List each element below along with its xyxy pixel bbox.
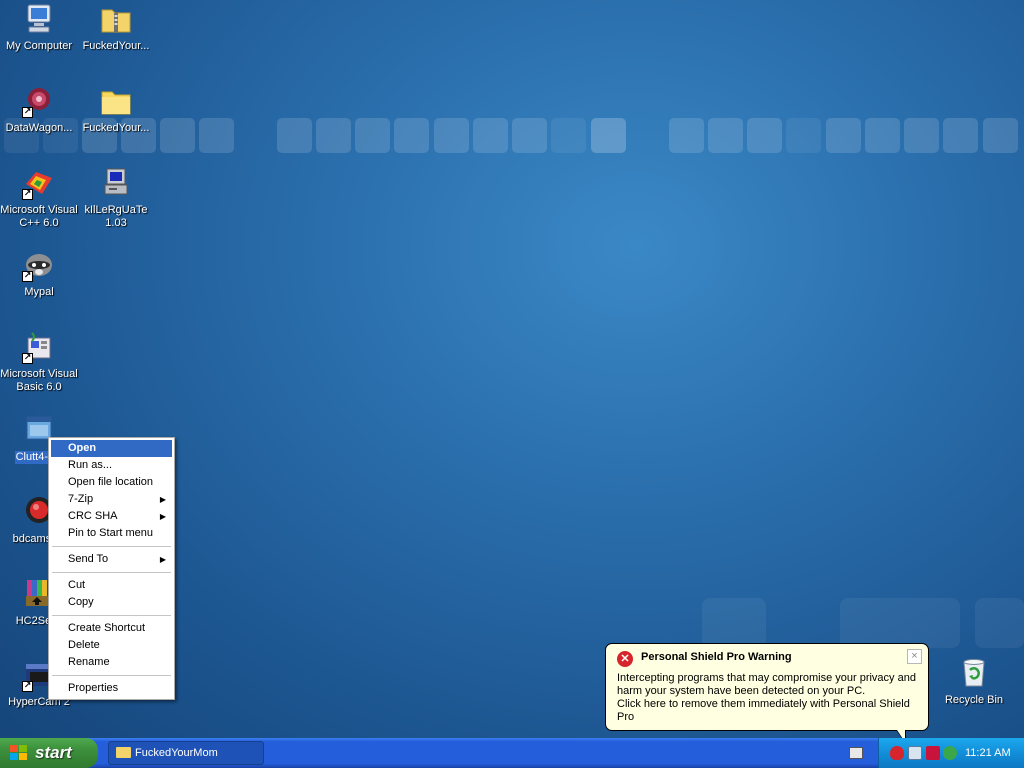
menu-item-open-file-location[interactable]: Open file location — [51, 474, 172, 491]
menu-item-label: CRC SHA — [68, 510, 118, 522]
desktop-icon-label: Microsoft Visual Basic 6.0 — [0, 368, 78, 393]
balloon-close-button[interactable]: × — [907, 649, 922, 664]
notification-balloon[interactable]: ✕ Personal Shield Pro Warning × Intercep… — [605, 643, 929, 738]
desktop-icon-label: kIlLeRgUaTe 1.03 — [84, 204, 148, 229]
taskbar-window-label: FuckedYourMom — [135, 747, 218, 759]
menu-item-run-as[interactable]: Run as... — [51, 457, 172, 474]
visual-cpp-icon: ↗ — [22, 166, 56, 200]
menu-item-send-to[interactable]: Send To ▶ — [51, 551, 172, 568]
shortcut-arrow-icon: ↗ — [22, 189, 33, 200]
system-tray: 11:21 AM — [878, 738, 1024, 768]
menu-separator — [52, 615, 171, 616]
desktop-icon-visual-cpp[interactable]: ↗ Microsoft Visual C++ 6.0 — [0, 166, 78, 230]
menu-item-properties[interactable]: Properties — [51, 680, 172, 697]
start-label: start — [35, 743, 72, 762]
datawagon-icon: ↗ — [22, 84, 56, 118]
desktop-icon-label: Recycle Bin — [944, 694, 1004, 706]
menu-item-pin-to-start[interactable]: Pin to Start menu — [51, 525, 172, 542]
desktop-icon-label: FuckedYour... — [82, 40, 150, 52]
shortcut-arrow-icon: ↗ — [22, 681, 33, 692]
network-icon[interactable] — [943, 746, 957, 760]
menu-item-delete[interactable]: Delete — [51, 637, 172, 654]
menu-item-cut[interactable]: Cut — [51, 577, 172, 594]
visual-basic-icon: ↗ — [22, 330, 56, 364]
menu-separator — [52, 572, 171, 573]
shortcut-arrow-icon: ↗ — [22, 271, 33, 282]
menu-separator — [52, 675, 171, 676]
my-computer-icon — [22, 2, 56, 36]
shortcut-arrow-icon: ↗ — [22, 107, 33, 118]
error-icon: ✕ — [617, 651, 633, 667]
menu-item-7zip[interactable]: 7-Zip ▶ — [51, 491, 172, 508]
desktop-icon-label: Mypal — [24, 286, 54, 298]
desktop-icon-folder[interactable]: FuckedYour... — [77, 84, 155, 135]
start-button[interactable]: start — [0, 738, 98, 768]
desktop-icon-datawagon[interactable]: ↗ DataWagon... — [0, 84, 78, 135]
mypal-icon: ↗ — [22, 248, 56, 282]
desktop-icon-recycle-bin[interactable]: Recycle Bin — [935, 656, 1013, 707]
shield-warning-icon[interactable] — [890, 746, 904, 760]
keyboard-icon[interactable] — [849, 747, 863, 759]
menu-item-open[interactable]: Open — [51, 440, 172, 457]
menu-item-rename[interactable]: Rename — [51, 654, 172, 671]
desktop-icon-zip-folder[interactable]: FuckedYour... — [77, 2, 155, 53]
shortcut-arrow-icon: ↗ — [22, 353, 33, 364]
context-menu: Open Run as... Open file location 7-Zip ▶… — [48, 437, 175, 700]
app-tray-icon[interactable] — [926, 746, 940, 760]
desktop-icon-label: FuckedYour... — [82, 122, 150, 134]
desktop[interactable]: My Computer FuckedYour... ↗ DataWagon...… — [0, 0, 1024, 738]
submenu-arrow-icon: ▶ — [159, 495, 166, 504]
taskbar-window-button[interactable]: FuckedYourMom — [108, 741, 264, 765]
taskbar: start FuckedYourMom 11:21 AM — [0, 738, 1024, 768]
menu-item-label: Send To — [68, 553, 109, 565]
security-shield-icon[interactable] — [908, 746, 922, 760]
submenu-arrow-icon: ▶ — [159, 512, 166, 521]
submenu-arrow-icon: ▶ — [159, 555, 166, 564]
balloon-message[interactable]: Intercepting programs that may compromis… — [617, 672, 923, 724]
menu-separator — [52, 546, 171, 547]
folder-icon — [99, 84, 133, 118]
desktop-icon-visual-basic[interactable]: ↗ Microsoft Visual Basic 6.0 — [0, 330, 78, 394]
menu-item-crc-sha[interactable]: CRC SHA ▶ — [51, 508, 172, 525]
computer-program-icon — [99, 166, 133, 200]
menu-item-copy[interactable]: Copy — [51, 594, 172, 611]
recycle-bin-icon — [957, 656, 991, 690]
windows-logo-icon — [10, 745, 28, 761]
menu-item-create-shortcut[interactable]: Create Shortcut — [51, 620, 172, 637]
desktop-icon-label: My Computer — [5, 40, 73, 52]
desktop-icon-label: DataWagon... — [5, 122, 73, 134]
clock[interactable]: 11:21 AM — [965, 738, 1011, 768]
desktop-icon-killerguate[interactable]: kIlLeRgUaTe 1.03 — [77, 166, 155, 230]
zip-folder-icon — [99, 2, 133, 36]
desktop-icon-label: Microsoft Visual C++ 6.0 — [0, 204, 78, 229]
desktop-icon-mypal[interactable]: ↗ Mypal — [0, 248, 78, 299]
desktop-icon-my-computer[interactable]: My Computer — [0, 2, 78, 53]
folder-icon — [116, 747, 131, 758]
balloon-title: Personal Shield Pro Warning — [641, 651, 792, 663]
menu-item-label: 7-Zip — [68, 493, 94, 505]
